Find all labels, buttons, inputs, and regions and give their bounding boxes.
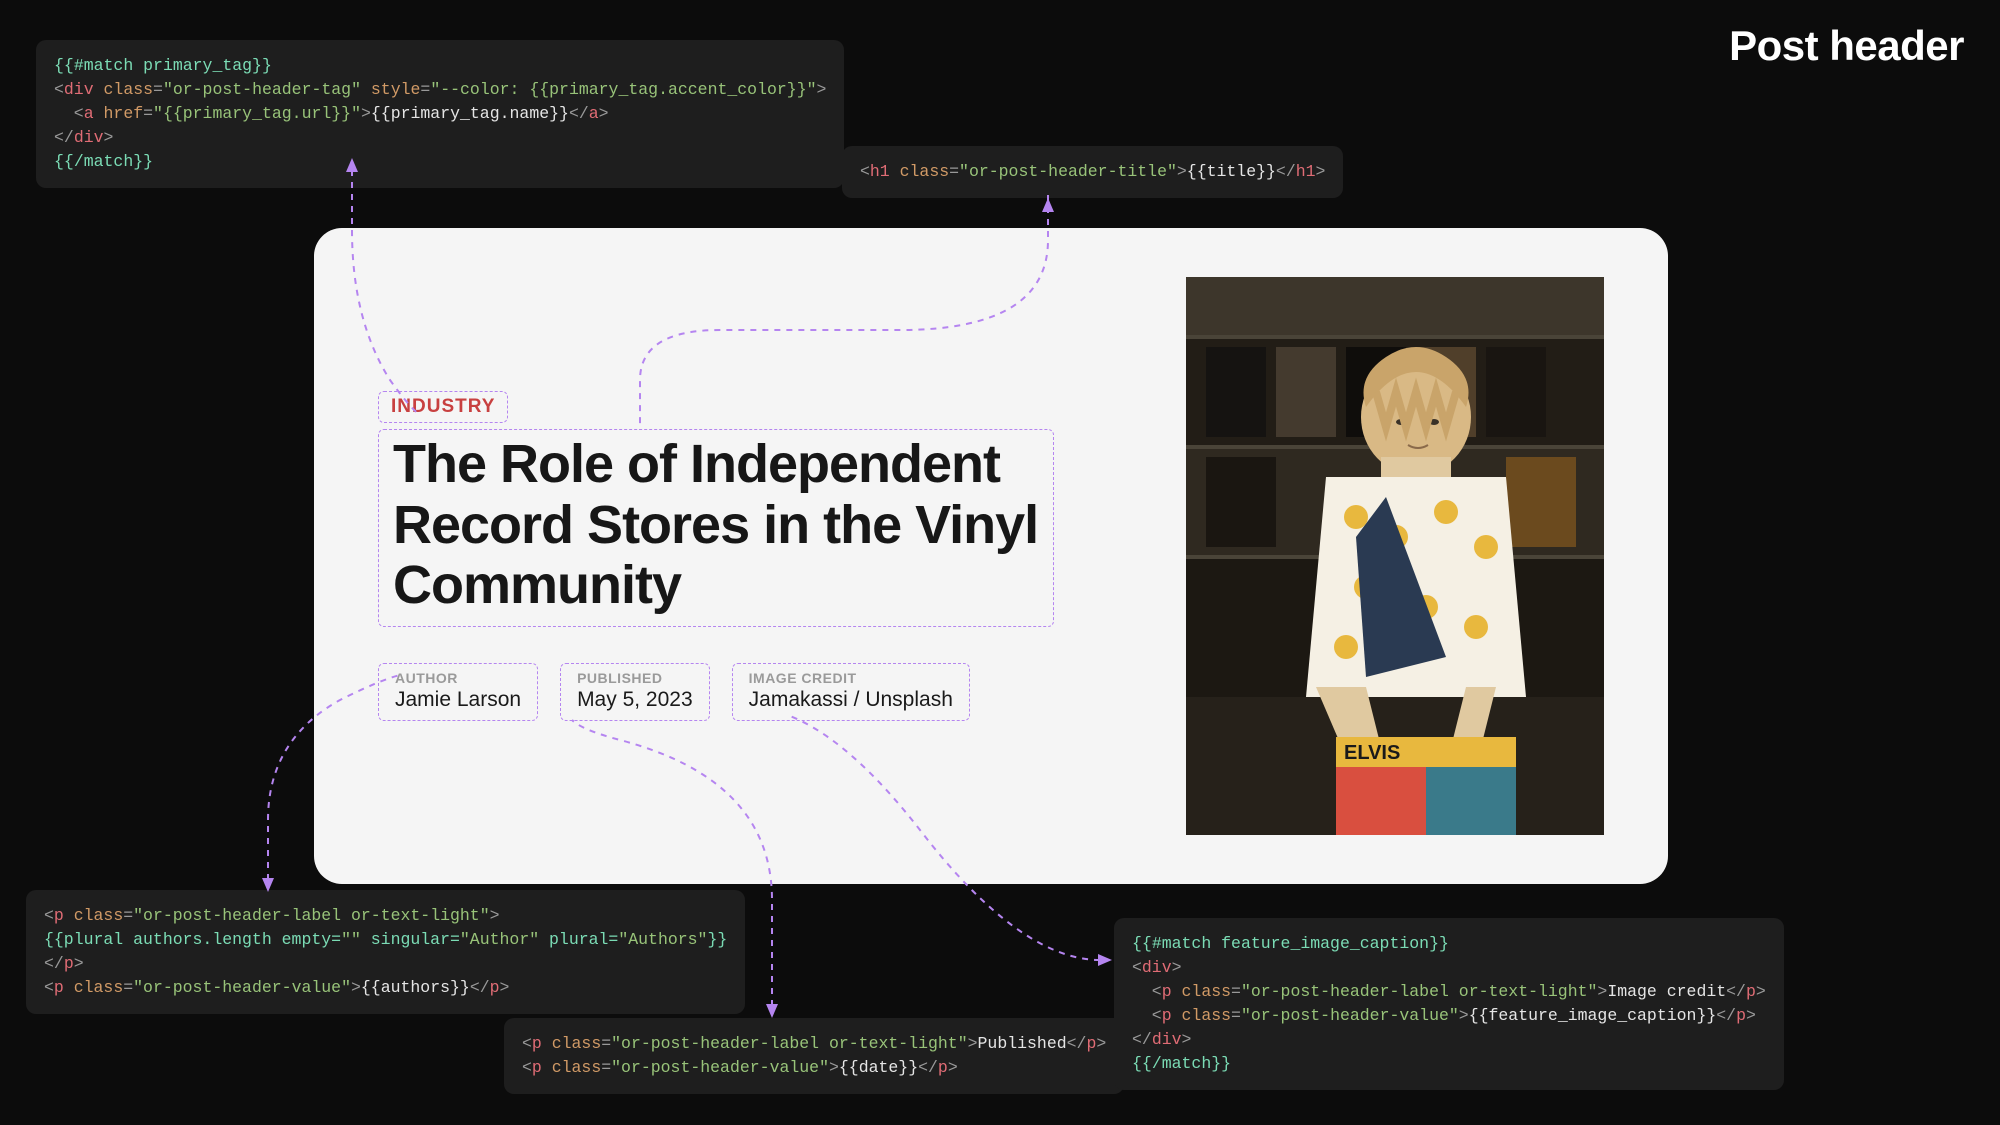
meta-value: May 5, 2023 (577, 688, 693, 712)
card-right-column: ELVIS (1186, 276, 1604, 836)
meta-author: AUTHOR Jamie Larson (378, 663, 538, 721)
meta-published: PUBLISHED May 5, 2023 (560, 663, 710, 721)
meta-value: Jamakassi / Unsplash (749, 688, 953, 712)
meta-row: AUTHOR Jamie Larson PUBLISHED May 5, 202… (378, 663, 1126, 721)
post-title: The Role of Independent Record Stores in… (393, 434, 1039, 615)
page-title: Post header (1729, 22, 1964, 70)
code-block-title: <h1 class="or-post-header-title">{{title… (842, 146, 1343, 198)
code-block-author: <p class="or-post-header-label or-text-l… (26, 890, 745, 1014)
post-title-box: The Role of Independent Record Stores in… (378, 429, 1054, 626)
post-header-card: INDUSTRY The Role of Independent Record … (314, 228, 1668, 884)
meta-image-credit: IMAGE CREDIT Jamakassi / Unsplash (732, 663, 970, 721)
meta-value: Jamie Larson (395, 688, 521, 712)
primary-tag[interactable]: INDUSTRY (378, 391, 508, 423)
meta-label: PUBLISHED (577, 670, 693, 686)
feature-image: ELVIS (1186, 277, 1604, 835)
svg-text:ELVIS: ELVIS (1344, 742, 1400, 764)
meta-label: AUTHOR (395, 670, 521, 686)
meta-label: IMAGE CREDIT (749, 670, 953, 686)
code-block-primary-tag: {{#match primary_tag}} <div class="or-po… (36, 40, 844, 188)
code-block-image-credit: {{#match feature_image_caption}} <div> <… (1114, 918, 1784, 1090)
card-left-column: INDUSTRY The Role of Independent Record … (378, 276, 1126, 836)
code-block-published: <p class="or-post-header-label or-text-l… (504, 1018, 1124, 1094)
